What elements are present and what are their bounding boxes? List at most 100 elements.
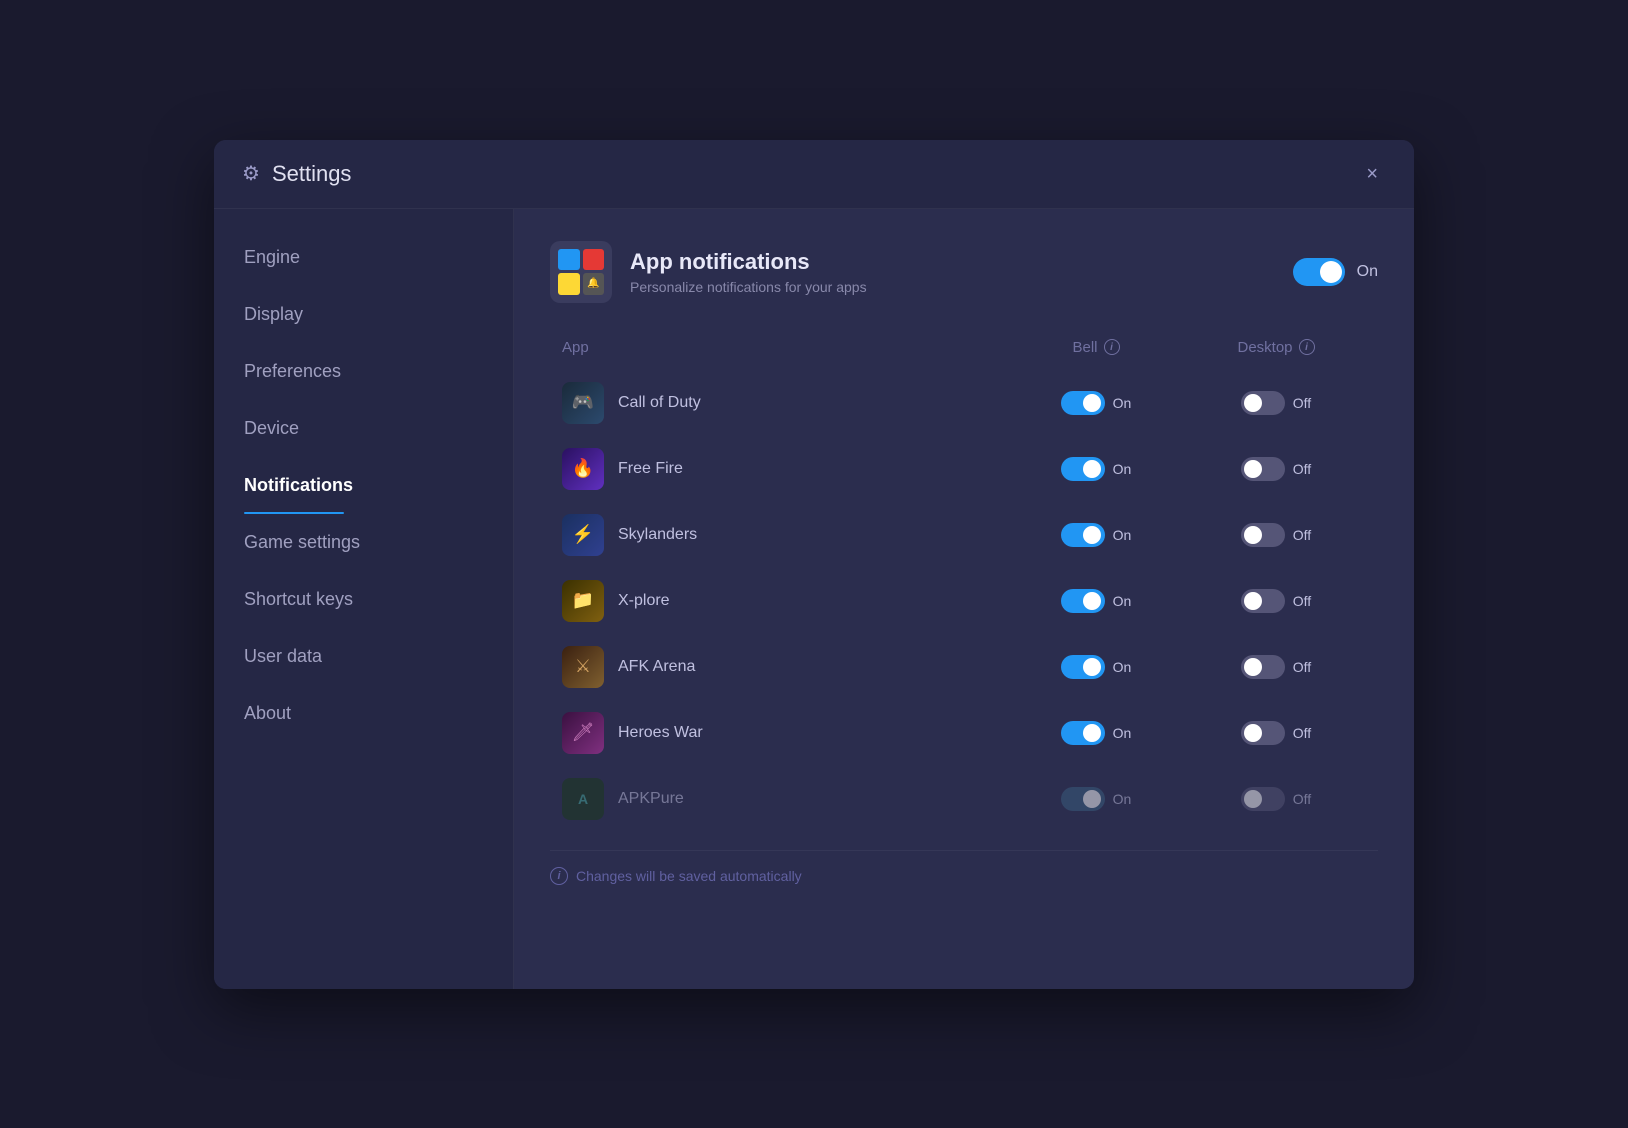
app-icon-heroes: 🗡	[562, 712, 604, 754]
desktop-toggle-apkpure[interactable]	[1241, 787, 1285, 811]
table-header-row: App Bell i Desktop i	[550, 331, 1378, 364]
content-area: App notifications Personalize notificati…	[514, 209, 1414, 989]
desktop-toggle-xplore[interactable]	[1241, 589, 1285, 613]
app-icon-apkpure: A	[562, 778, 604, 820]
bell-toggle-thumb-apkpure	[1083, 790, 1101, 808]
bell-toggle-cell-xplore: On	[1006, 589, 1186, 613]
bell-toggle-thumb-afk	[1083, 658, 1101, 676]
bell-toggle-thumb-xplore	[1083, 592, 1101, 610]
app-notifications-icon	[550, 241, 612, 303]
sidebar-item-engine[interactable]: Engine	[214, 229, 513, 286]
bell-label-cod: On	[1113, 395, 1132, 411]
header-left: ⚙ Settings	[242, 161, 351, 187]
sidebar-item-preferences[interactable]: Preferences	[214, 343, 513, 400]
table-row: 🔥 Free Fire On	[550, 438, 1378, 500]
desktop-toggle-heroes[interactable]	[1241, 721, 1285, 745]
bell-toggle-cell-cod: On	[1006, 391, 1186, 415]
app-icon-ff: 🔥	[562, 448, 604, 490]
desktop-toggle-cell-heroes: Off	[1186, 721, 1366, 745]
icon-cell-red	[583, 249, 605, 271]
desktop-toggle-sky[interactable]	[1241, 523, 1285, 547]
bell-label-heroes: On	[1113, 725, 1132, 741]
desktop-label-xplore: Off	[1293, 593, 1311, 609]
table-row: 🗡 Heroes War On	[550, 702, 1378, 764]
bell-toggle-cod[interactable]	[1061, 391, 1105, 415]
sidebar-item-display[interactable]: Display	[214, 286, 513, 343]
bell-toggle-thumb-sky	[1083, 526, 1101, 544]
bell-toggle-track-sky	[1061, 523, 1105, 547]
modal-title: Settings	[272, 161, 352, 187]
app-icon-sky: ⚡	[562, 514, 604, 556]
icon-cell-yellow	[558, 273, 580, 295]
app-name-xplore: X-plore	[618, 592, 670, 610]
footer-info-icon: i	[550, 867, 568, 885]
sidebar-item-notifications[interactable]: Notifications	[214, 457, 513, 514]
bell-label-apkpure: On	[1113, 791, 1132, 807]
sidebar-item-user-data[interactable]: User data	[214, 628, 513, 685]
app-cell-cod: 🎮 Call of Duty	[562, 382, 1006, 424]
sidebar-item-about[interactable]: About	[214, 685, 513, 742]
app-icon-afk: ⚔	[562, 646, 604, 688]
bell-toggle-cell-sky: On	[1006, 523, 1186, 547]
desktop-info-icon[interactable]: i	[1299, 339, 1315, 355]
desktop-toggle-thumb-cod	[1244, 394, 1262, 412]
master-toggle[interactable]	[1293, 258, 1345, 286]
desktop-label-heroes: Off	[1293, 725, 1311, 741]
desktop-toggle-cell-afk: Off	[1186, 655, 1366, 679]
gear-icon: ⚙	[242, 161, 260, 186]
bell-toggle-track-afk	[1061, 655, 1105, 679]
col-header-app: App	[562, 339, 1006, 356]
sidebar-item-device[interactable]: Device	[214, 400, 513, 457]
desktop-toggle-afk[interactable]	[1241, 655, 1285, 679]
sidebar-item-game-settings[interactable]: Game settings	[214, 514, 513, 571]
bell-label-afk: On	[1113, 659, 1132, 675]
table-row: 🎮 Call of Duty On	[550, 372, 1378, 434]
settings-modal: ⚙ Settings × Engine Display Preferences …	[214, 140, 1414, 989]
app-cell-sky: ⚡ Skylanders	[562, 514, 1006, 556]
desktop-toggle-cod[interactable]	[1241, 391, 1285, 415]
bell-toggle-thumb-cod	[1083, 394, 1101, 412]
bell-toggle-xplore[interactable]	[1061, 589, 1105, 613]
app-notif-left: App notifications Personalize notificati…	[550, 241, 867, 303]
modal-header: ⚙ Settings ×	[214, 140, 1414, 209]
desktop-toggle-track-afk	[1241, 655, 1285, 679]
master-toggle-group: On	[1293, 258, 1378, 286]
app-cell-xplore: 📁 X-plore	[562, 580, 1006, 622]
bell-label-sky: On	[1113, 527, 1132, 543]
app-notif-subtitle: Personalize notifications for your apps	[630, 279, 867, 295]
desktop-label-afk: Off	[1293, 659, 1311, 675]
desktop-toggle-thumb-afk	[1244, 658, 1262, 676]
desktop-toggle-thumb-xplore	[1244, 592, 1262, 610]
desktop-toggle-cell-apkpure: Off	[1186, 787, 1366, 811]
app-icon-xplore: 📁	[562, 580, 604, 622]
desktop-toggle-thumb-ff	[1244, 460, 1262, 478]
desktop-toggle-track-cod	[1241, 391, 1285, 415]
desktop-toggle-track-heroes	[1241, 721, 1285, 745]
bell-label-ff: On	[1113, 461, 1132, 477]
desktop-label-ff: Off	[1293, 461, 1311, 477]
bell-toggle-thumb-ff	[1083, 460, 1101, 478]
bell-toggle-ff[interactable]	[1061, 457, 1105, 481]
app-notifications-header: App notifications Personalize notificati…	[550, 241, 1378, 303]
close-button[interactable]: ×	[1358, 160, 1386, 188]
desktop-label-apkpure: Off	[1293, 791, 1311, 807]
app-name-sky: Skylanders	[618, 526, 697, 544]
bell-toggle-track-apkpure	[1061, 787, 1105, 811]
app-name-heroes: Heroes War	[618, 724, 703, 742]
app-notif-title: App notifications	[630, 249, 867, 275]
table-row: ⚡ Skylanders On	[550, 504, 1378, 566]
bell-toggle-sky[interactable]	[1061, 523, 1105, 547]
bell-toggle-thumb-heroes	[1083, 724, 1101, 742]
bell-toggle-heroes[interactable]	[1061, 721, 1105, 745]
app-name-afk: AFK Arena	[618, 658, 695, 676]
bell-toggle-apkpure[interactable]	[1061, 787, 1105, 811]
bell-toggle-afk[interactable]	[1061, 655, 1105, 679]
app-cell-afk: ⚔ AFK Arena	[562, 646, 1006, 688]
bell-info-icon[interactable]: i	[1104, 339, 1120, 355]
app-name-apkpure: APKPure	[618, 790, 684, 808]
icon-cell-blue	[558, 249, 580, 271]
col-header-bell: Bell i	[1006, 339, 1186, 356]
sidebar-item-shortcut-keys[interactable]: Shortcut keys	[214, 571, 513, 628]
table-row: A APKPure On	[550, 768, 1378, 830]
desktop-toggle-ff[interactable]	[1241, 457, 1285, 481]
